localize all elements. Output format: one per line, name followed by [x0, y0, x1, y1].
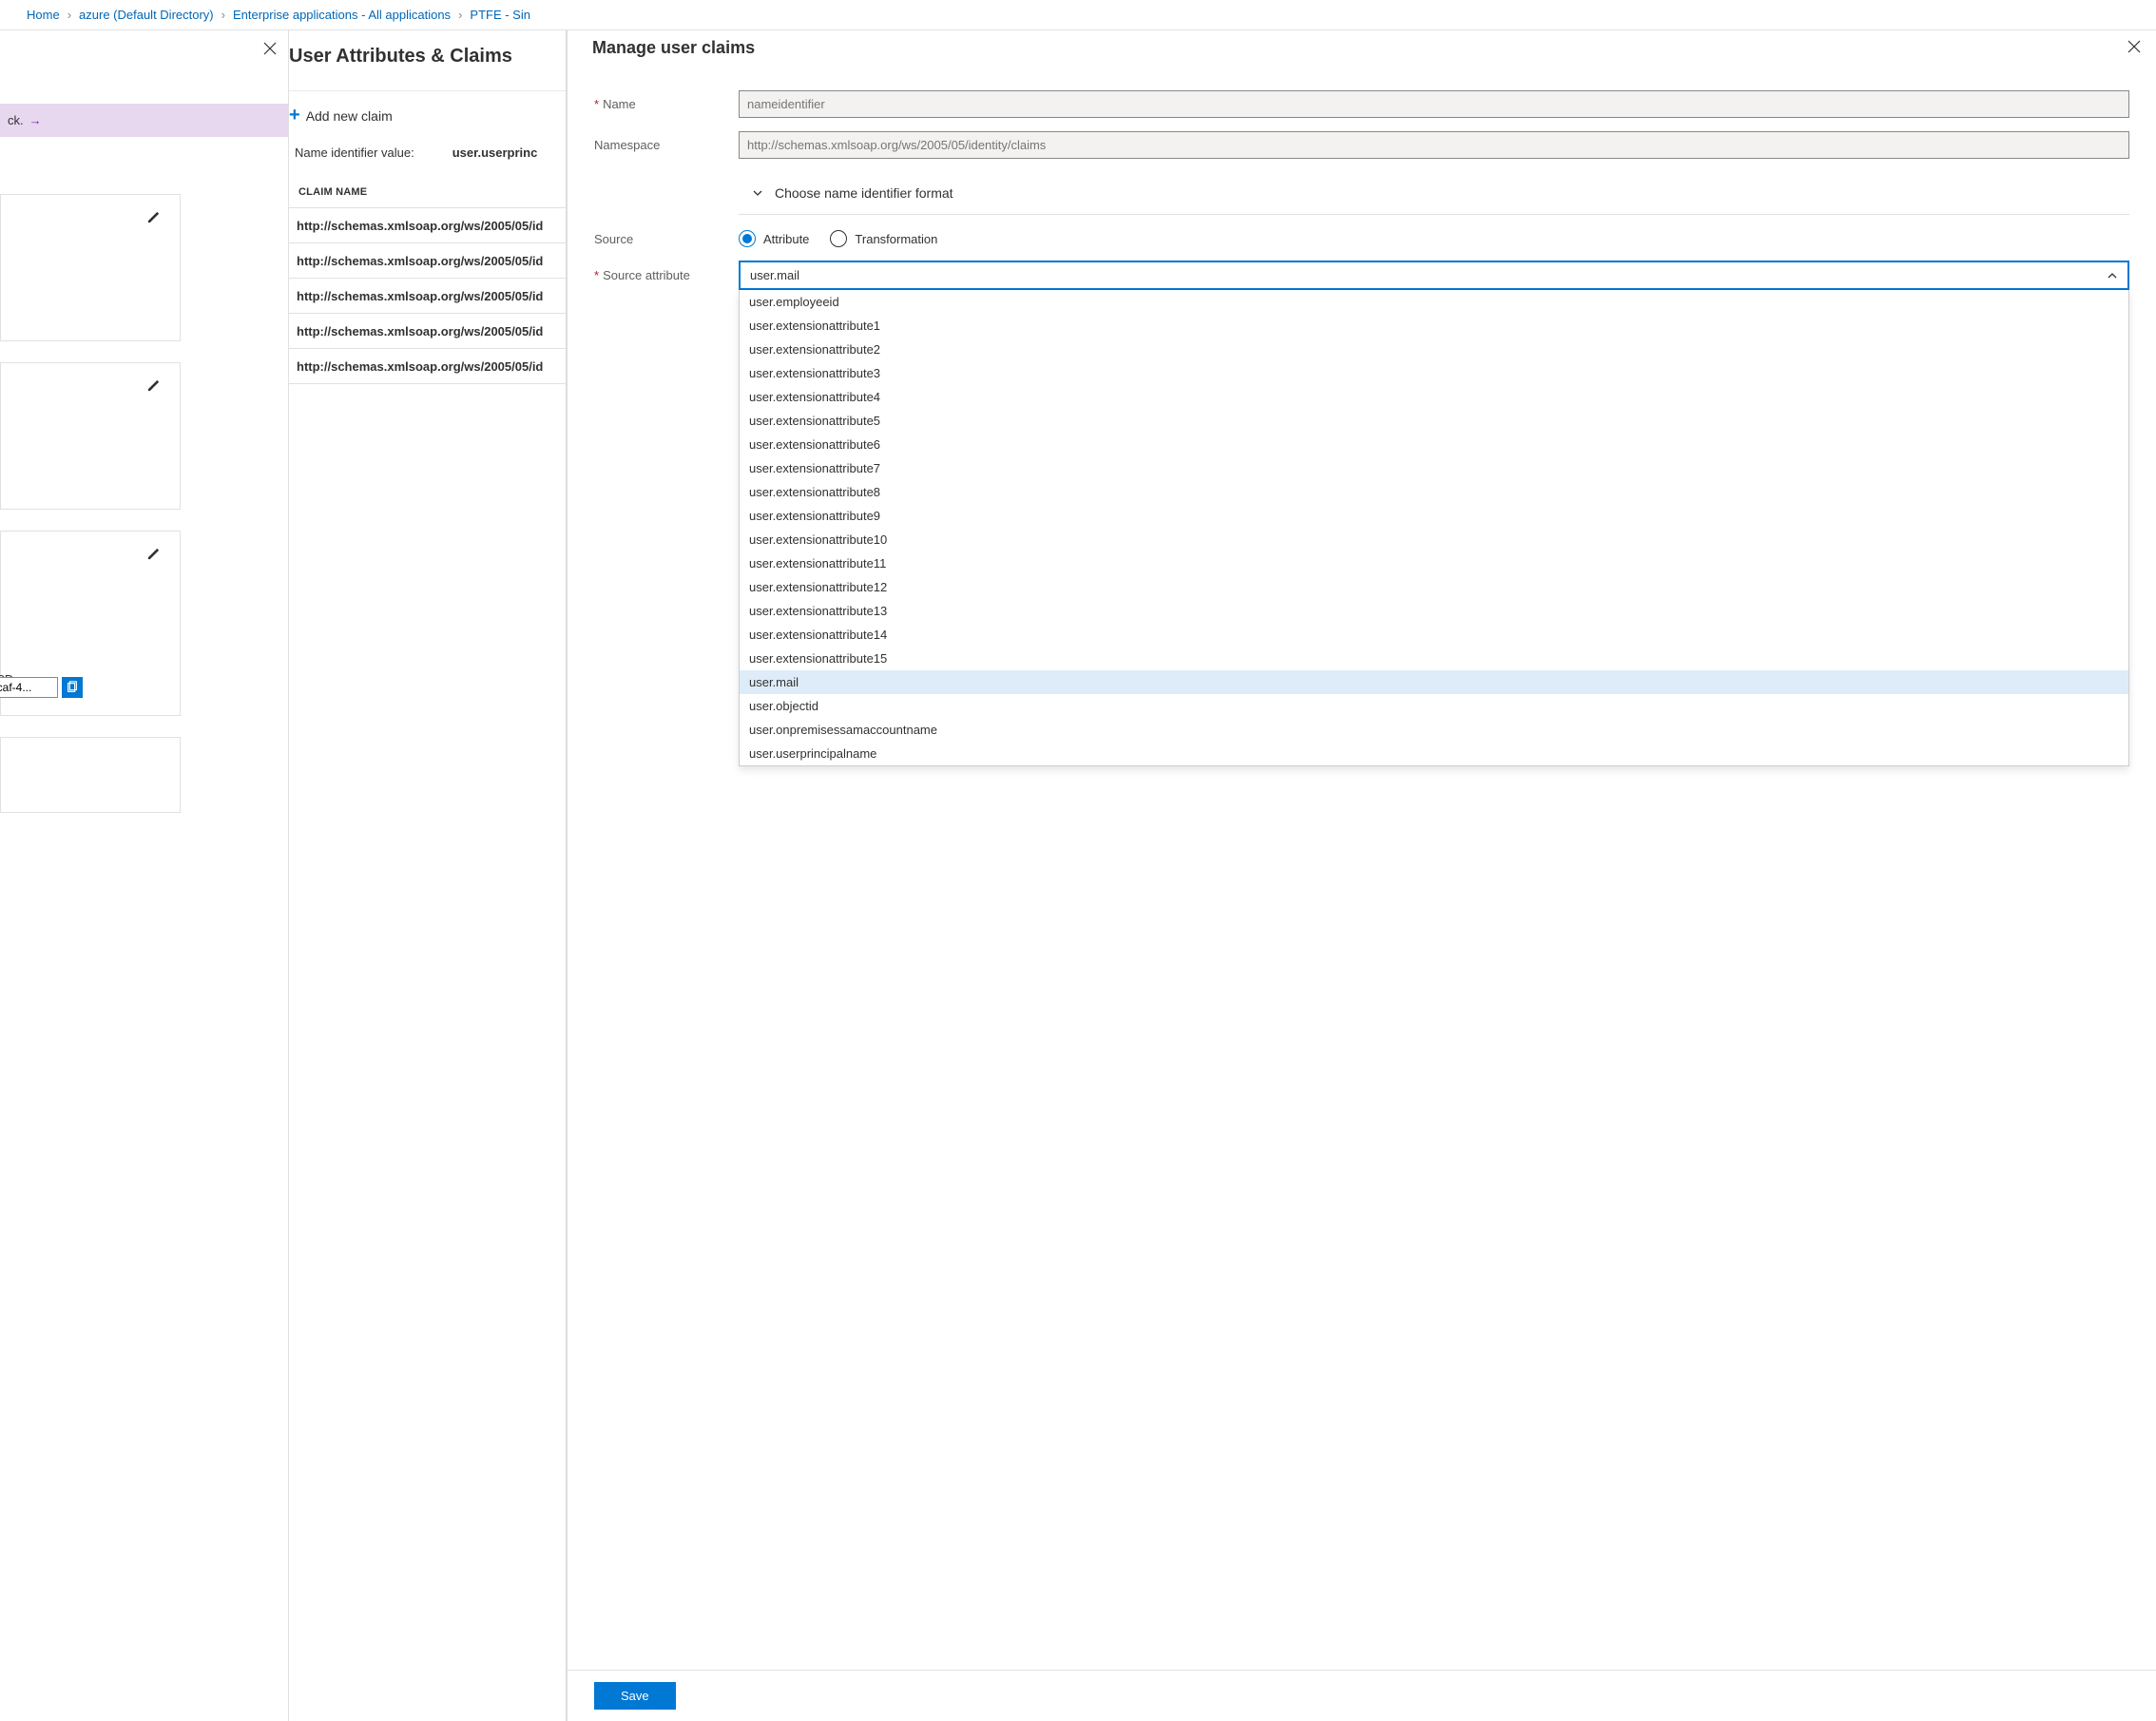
- claims-list: http://schemas.xmlsoap.org/ws/2005/05/id…: [289, 207, 566, 384]
- radio-attribute[interactable]: Attribute: [739, 230, 809, 247]
- pencil-icon: [146, 378, 161, 393]
- pencil-icon: [146, 210, 161, 224]
- dropdown-option[interactable]: user.mail: [740, 670, 2128, 694]
- dropdown-option[interactable]: user.extensionattribute13: [740, 599, 2128, 623]
- radio-attribute-label: Attribute: [763, 232, 809, 246]
- copy-icon: [66, 681, 79, 694]
- dropdown-option[interactable]: user.extensionattribute4: [740, 385, 2128, 409]
- dropdown-option[interactable]: user.extensionattribute11: [740, 551, 2128, 575]
- breadcrumb-home[interactable]: Home: [27, 8, 60, 22]
- save-button[interactable]: Save: [594, 1682, 676, 1710]
- breadcrumb-enterprise-apps[interactable]: Enterprise applications - All applicatio…: [233, 8, 451, 22]
- dropdown-option[interactable]: user.objectid: [740, 694, 2128, 718]
- config-card-3: D78D: [0, 531, 181, 716]
- add-claim-label: Add new claim: [306, 108, 393, 124]
- chevron-right-icon: ›: [67, 8, 71, 22]
- dropdown-option[interactable]: user.userprincipalname: [740, 742, 2128, 765]
- radio-transformation-label: Transformation: [855, 232, 937, 246]
- radio-icon: [830, 230, 847, 247]
- left-column: ck. → D78D: [0, 30, 288, 1721]
- config-card-2: [0, 362, 181, 510]
- feedback-notice[interactable]: ck. →: [0, 104, 288, 137]
- breadcrumb: Home › azure (Default Directory) › Enter…: [0, 0, 2156, 30]
- claim-row[interactable]: http://schemas.xmlsoap.org/ws/2005/05/id: [289, 348, 566, 384]
- notice-text: ck.: [8, 113, 24, 127]
- radio-transformation[interactable]: Transformation: [830, 230, 937, 247]
- choose-name-identifier-format-expander[interactable]: Choose name identifier format: [739, 172, 2129, 215]
- radio-icon: [739, 230, 756, 247]
- config-card-4: [0, 737, 181, 813]
- dropdown-value: user.mail: [750, 268, 799, 282]
- dropdown-option[interactable]: user.extensionattribute10: [740, 528, 2128, 551]
- dropdown-option[interactable]: user.extensionattribute8: [740, 480, 2128, 504]
- claim-name-header: CLAIM NAME: [289, 175, 566, 207]
- chevron-down-icon: [752, 187, 763, 199]
- claim-row[interactable]: http://schemas.xmlsoap.org/ws/2005/05/id: [289, 313, 566, 348]
- manage-user-claims-panel: Manage user claims *Name Namespace Choos…: [566, 30, 2156, 1721]
- edit-card-1[interactable]: [146, 210, 161, 227]
- close-icon: [263, 42, 277, 55]
- breadcrumb-directory[interactable]: azure (Default Directory): [79, 8, 214, 22]
- dropdown-option[interactable]: user.extensionattribute7: [740, 456, 2128, 480]
- niv-label: Name identifier value:: [295, 145, 414, 160]
- panel-title-manage-claims: Manage user claims: [592, 38, 755, 58]
- dropdown-option[interactable]: user.employeeid: [740, 290, 2128, 314]
- expander-label: Choose name identifier format: [775, 185, 953, 201]
- dropdown-option[interactable]: user.extensionattribute3: [740, 361, 2128, 385]
- copy-button[interactable]: [62, 677, 83, 698]
- source-attribute-label: Source attribute: [603, 268, 690, 282]
- panel-title-attributes: User Attributes & Claims: [289, 34, 566, 79]
- close-icon: [2127, 40, 2141, 53]
- namespace-input: [739, 131, 2129, 159]
- claim-row[interactable]: http://schemas.xmlsoap.org/ws/2005/05/id: [289, 207, 566, 242]
- attributes-claims-panel: User Attributes & Claims + Add new claim…: [288, 30, 566, 1721]
- name-label: Name: [603, 97, 636, 111]
- add-new-claim-button[interactable]: + Add new claim: [289, 91, 566, 138]
- source-label: Source: [594, 232, 633, 246]
- source-attribute-options: user.employeeiduser.extensionattribute1u…: [739, 290, 2129, 766]
- claim-row[interactable]: http://schemas.xmlsoap.org/ws/2005/05/id: [289, 278, 566, 313]
- edit-card-2[interactable]: [146, 378, 161, 396]
- breadcrumb-app[interactable]: PTFE - Sin: [470, 8, 530, 22]
- plus-icon: +: [289, 105, 300, 126]
- name-identifier-row: Name identifier value: user.userprinc: [289, 138, 566, 175]
- dropdown-option[interactable]: user.extensionattribute9: [740, 504, 2128, 528]
- edit-card-3[interactable]: [146, 547, 161, 564]
- pencil-icon: [146, 547, 161, 561]
- niv-value: user.userprinc: [452, 145, 538, 160]
- claim-row[interactable]: http://schemas.xmlsoap.org/ws/2005/05/id: [289, 242, 566, 278]
- source-attribute-dropdown[interactable]: user.mail: [739, 261, 2129, 290]
- close-left-panel[interactable]: [263, 30, 288, 58]
- chevron-up-icon: [2107, 270, 2118, 281]
- dropdown-option[interactable]: user.extensionattribute5: [740, 409, 2128, 433]
- dropdown-option[interactable]: user.extensionattribute6: [740, 433, 2128, 456]
- dropdown-option[interactable]: user.extensionattribute12: [740, 575, 2128, 599]
- close-right-panel[interactable]: [2127, 40, 2141, 56]
- namespace-label: Namespace: [594, 138, 660, 152]
- dropdown-option[interactable]: user.extensionattribute15: [740, 647, 2128, 670]
- chevron-right-icon: ›: [458, 8, 462, 22]
- chevron-right-icon: ›: [221, 8, 225, 22]
- dropdown-option[interactable]: user.extensionattribute2: [740, 338, 2128, 361]
- config-card-1: [0, 194, 181, 341]
- arrow-right-icon: →: [29, 113, 42, 127]
- dropdown-option[interactable]: user.onpremisessamaccountname: [740, 718, 2128, 742]
- card-3-readonly-input[interactable]: [0, 677, 58, 698]
- name-input: [739, 90, 2129, 118]
- dropdown-option[interactable]: user.extensionattribute1: [740, 314, 2128, 338]
- dropdown-option[interactable]: user.extensionattribute14: [740, 623, 2128, 647]
